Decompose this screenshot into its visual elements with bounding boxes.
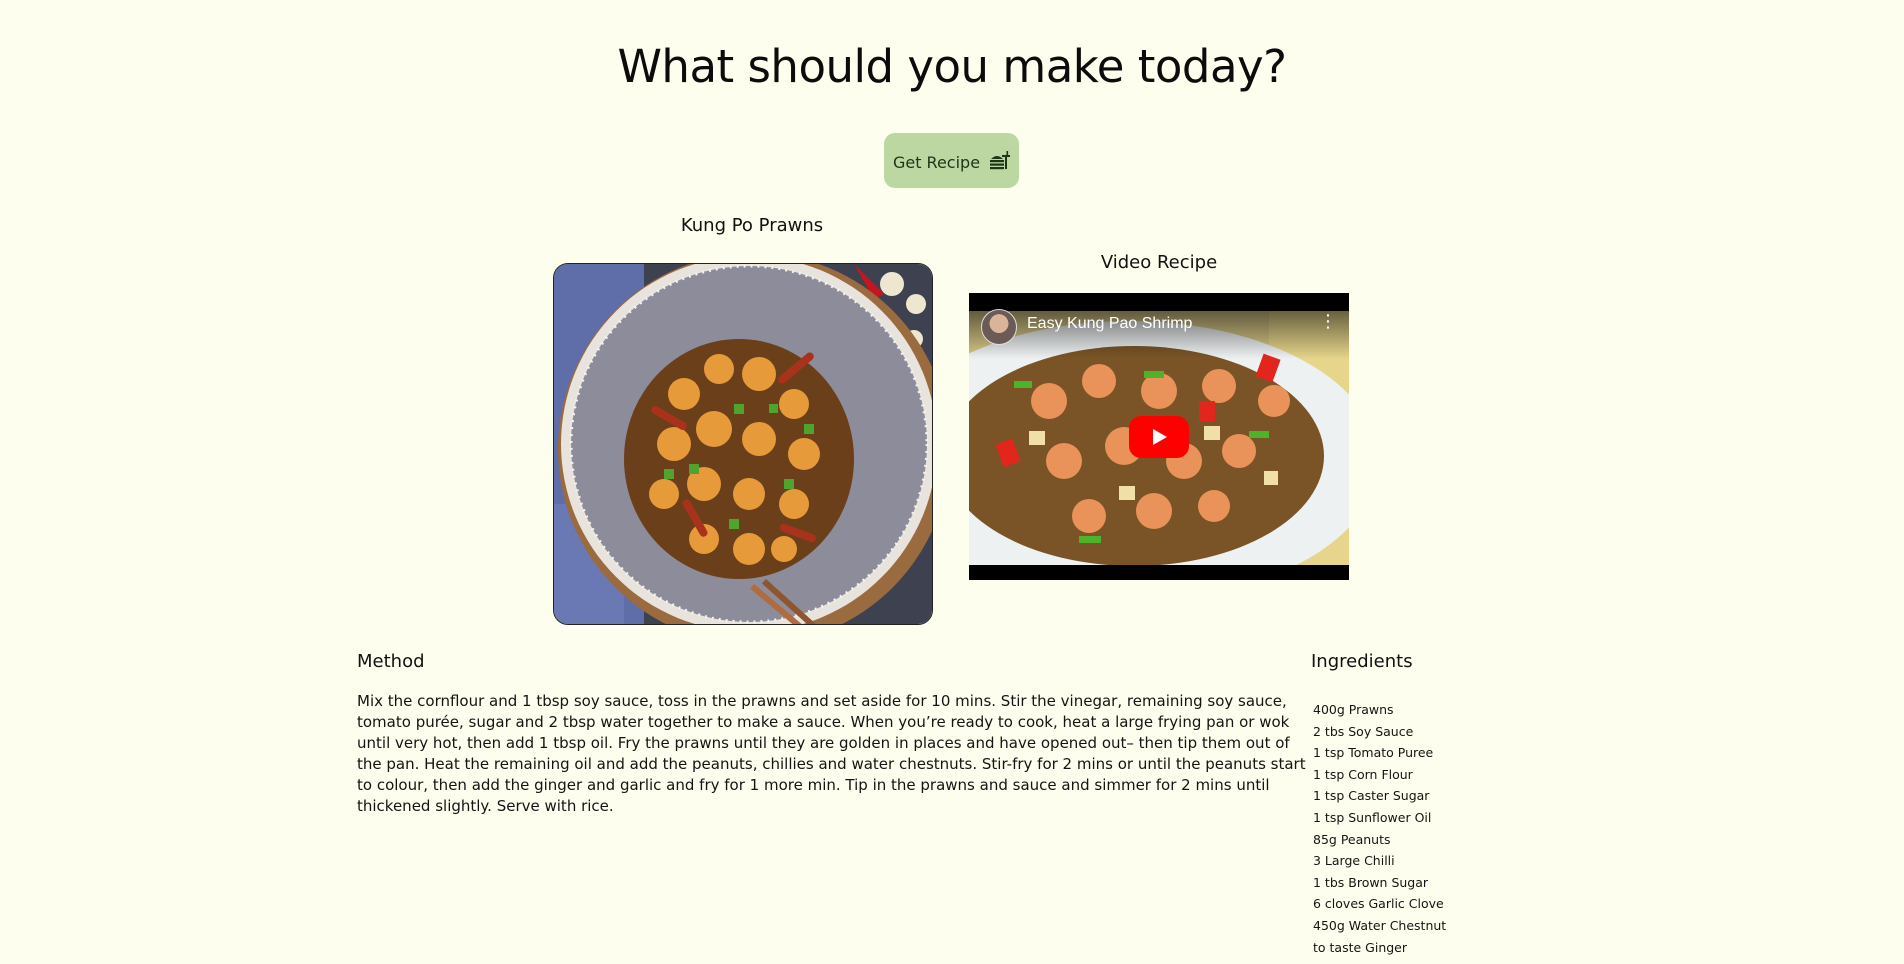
play-icon xyxy=(1153,429,1167,445)
channel-avatar[interactable] xyxy=(981,309,1017,345)
ingredient-item: 1 tsp Caster Sugar xyxy=(1313,788,1430,804)
ingredient-item: 1 tbs Brown Sugar xyxy=(1313,874,1429,890)
ingredients-list: 400g Prawns 2 tbs Soy Sauce 1 tsp Tomato… xyxy=(1313,699,1446,958)
ingredient-item: 2 tbs Soy Sauce xyxy=(1313,723,1414,739)
meal-image xyxy=(553,263,933,625)
video-recipe-heading: Video Recipe xyxy=(1100,252,1218,273)
ingredient-item: 1 tsp Tomato Puree xyxy=(1313,745,1434,761)
get-recipe-label: Get Recipe xyxy=(892,152,981,172)
ingredient-item: 1 tsp Corn Flour xyxy=(1313,766,1413,782)
food-icon xyxy=(988,149,1011,175)
ingredients-heading: Ingredients xyxy=(1311,651,1413,672)
method-text: Mix the cornflour and 1 tbsp soy sauce, … xyxy=(357,692,1306,815)
page-title: What should you make today? xyxy=(617,40,1287,93)
ingredient-item: 6 cloves Garlic Clove xyxy=(1313,896,1444,912)
method-heading: Method xyxy=(357,651,425,672)
ingredient-item: to taste Ginger xyxy=(1313,939,1408,955)
video-player[interactable]: Easy Kung Pao Shrimp ⋮ xyxy=(969,293,1349,580)
get-recipe-button[interactable]: Get Recipe xyxy=(884,133,1019,188)
ingredient-item: 3 Large Chilli xyxy=(1313,853,1395,869)
more-options-icon[interactable]: ⋮ xyxy=(1319,313,1337,331)
ingredient-item: 1 tsp Sunflower Oil xyxy=(1313,809,1432,825)
meal-name: Kung Po Prawns xyxy=(680,215,824,236)
ingredient-item: 400g Prawns xyxy=(1313,702,1394,717)
ingredient-item: 450g Water Chestnut xyxy=(1313,917,1447,933)
video-title[interactable]: Easy Kung Pao Shrimp xyxy=(1027,315,1192,333)
play-button[interactable] xyxy=(1129,416,1189,458)
ingredient-item: 85g Peanuts xyxy=(1313,831,1391,847)
